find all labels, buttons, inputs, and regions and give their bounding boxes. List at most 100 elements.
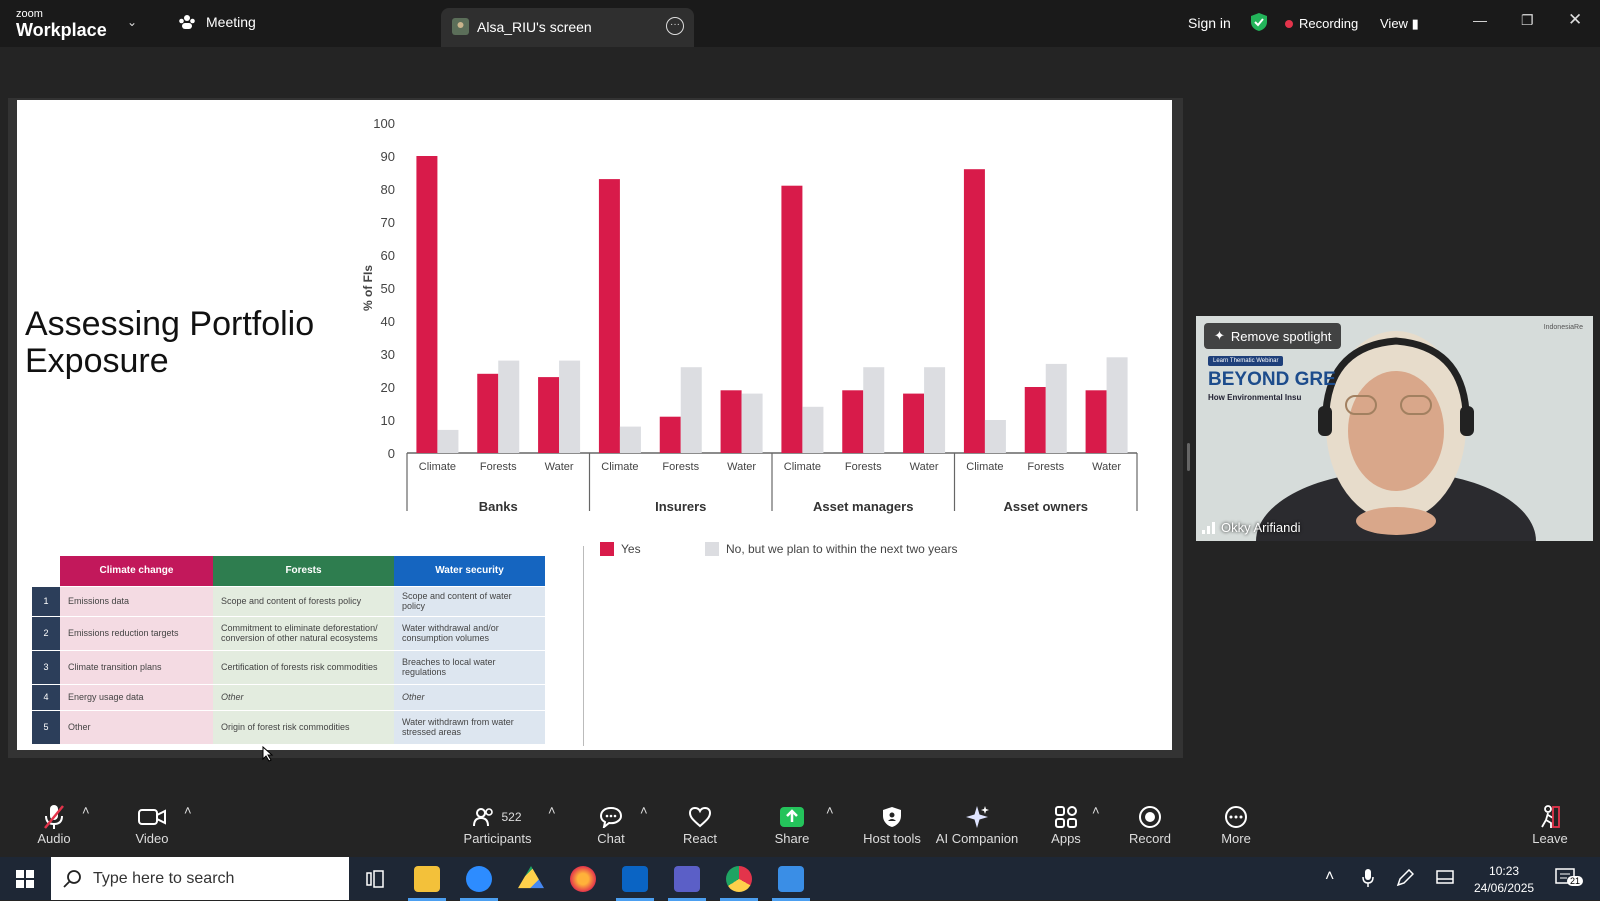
- ellipsis-icon[interactable]: ···: [666, 17, 684, 35]
- share-screen-icon: [780, 807, 804, 827]
- audio-options-caret[interactable]: ˄: [82, 803, 90, 818]
- table-header: Climate change: [60, 556, 213, 587]
- zoom-workplace-logo[interactable]: zoom Workplace: [16, 8, 107, 40]
- table-row: 3 Climate transition plans Certification…: [32, 650, 545, 685]
- record-icon: [1139, 806, 1161, 828]
- file-explorer-icon[interactable]: [408, 866, 446, 901]
- screen-share-avatar-icon: [452, 18, 469, 35]
- taskbar-search-box[interactable]: Type here to search: [51, 857, 349, 900]
- bar-yes: [963, 169, 985, 453]
- legend-label-yes: Yes: [621, 542, 641, 556]
- x-tick-label: Climate: [784, 461, 821, 473]
- table-cell: Breaches to local water regulations: [394, 650, 545, 685]
- zoom-app-icon[interactable]: [460, 866, 498, 901]
- screen-tab-label: Alsa_RIU's screen: [477, 19, 592, 35]
- outlook-icon[interactable]: [616, 866, 654, 901]
- recording-indicator[interactable]: Recording: [1285, 16, 1358, 31]
- share-button[interactable]: Share: [772, 803, 812, 846]
- view-button[interactable]: View ▮: [1380, 16, 1419, 32]
- share-options-caret[interactable]: ˄: [826, 803, 834, 818]
- task-view-icon[interactable]: [366, 870, 384, 888]
- table-row: 4 Energy usage data Other Other: [32, 684, 545, 711]
- windows-start-icon[interactable]: [16, 870, 34, 888]
- apps-button[interactable]: Apps: [1048, 803, 1084, 846]
- google-drive-icon[interactable]: [518, 866, 544, 889]
- x-tick-label: Climate: [966, 461, 1003, 473]
- heart-icon: [688, 806, 712, 828]
- participants-icon: [473, 808, 494, 827]
- chrome-icon[interactable]: [720, 866, 758, 901]
- apps-options-caret[interactable]: ˄: [1092, 803, 1100, 818]
- sign-in-link[interactable]: Sign in: [1188, 15, 1231, 31]
- participants-options-caret[interactable]: ˄: [548, 803, 556, 818]
- table-cell: Certification of forests risk commoditie…: [213, 650, 394, 685]
- meeting-tab[interactable]: Meeting: [178, 14, 256, 30]
- ai-companion-button[interactable]: AI Companion: [932, 803, 1022, 846]
- ai-sparkle-icon: [966, 806, 989, 828]
- pen-icon[interactable]: [1396, 869, 1414, 887]
- audio-button[interactable]: Audio: [34, 803, 74, 846]
- recording-label: Recording: [1299, 16, 1359, 31]
- group-label: Insurers: [655, 499, 706, 514]
- host-tools-button[interactable]: Host tools: [852, 803, 932, 846]
- photos-app-icon[interactable]: [772, 866, 810, 901]
- table-cell: Water withdrawn from water stressed area…: [394, 710, 545, 745]
- video-button[interactable]: Video: [130, 803, 174, 846]
- video-label: Video: [135, 831, 169, 846]
- chevron-down-icon[interactable]: ⌄: [127, 15, 137, 29]
- microphone-muted-icon: [44, 805, 64, 829]
- table-cell: Origin of forest risk commodities: [213, 710, 394, 745]
- record-button[interactable]: Record: [1128, 803, 1172, 846]
- divider-line: [583, 546, 584, 746]
- bar-yes: [720, 390, 742, 453]
- chat-button[interactable]: Chat: [594, 803, 628, 846]
- bar-no: [437, 429, 459, 453]
- top-bar: zoom Workplace ⌄ Meeting Alsa_RIU's scre…: [0, 0, 1600, 47]
- firefox-icon[interactable]: [570, 866, 596, 892]
- meeting-toolbar: Audio ˄ Video ˄ 522 Participants ˄ Chat …: [0, 795, 1600, 857]
- legend-swatch-no: [705, 542, 719, 556]
- legend-item-yes: Yes: [600, 542, 641, 556]
- resize-handle[interactable]: [1187, 443, 1190, 471]
- display-icon[interactable]: [1436, 870, 1454, 886]
- close-icon[interactable]: ✕: [1568, 10, 1582, 30]
- restore-icon[interactable]: ❐: [1521, 12, 1534, 29]
- table-cell: Scope and content of forests policy: [213, 586, 394, 617]
- notifications-button[interactable]: 21: [1555, 868, 1584, 891]
- microphone-icon[interactable]: [1362, 869, 1374, 887]
- table-header: Water security: [394, 556, 545, 587]
- bar-no: [559, 360, 581, 453]
- clock[interactable]: 10:23 24/06/2025: [1474, 863, 1534, 897]
- participants-count: 522: [501, 810, 522, 824]
- y-tick-label: 10: [381, 413, 395, 428]
- bar-chart: 0 10 20 30 40 50 60 70 80 90 100 % of FIs Banks Clima…: [361, 116, 1138, 514]
- teams-icon[interactable]: [668, 866, 706, 901]
- participants-button[interactable]: 522 Participants: [460, 803, 535, 846]
- bar-no: [619, 426, 641, 453]
- minimize-icon[interactable]: —: [1473, 12, 1487, 28]
- chevron-up-icon[interactable]: ˄: [1325, 868, 1334, 886]
- y-tick-label: 50: [381, 281, 395, 296]
- react-button[interactable]: React: [680, 803, 720, 846]
- screen-share-tab[interactable]: Alsa_RIU's screen ···: [441, 8, 694, 47]
- bar-yes: [1085, 390, 1107, 453]
- spotlight-video-tile[interactable]: Learn Thematic Webinar BEYOND GRE How En…: [1196, 316, 1593, 541]
- remove-spotlight-button[interactable]: ✦ Remove spotlight: [1204, 323, 1342, 349]
- host-tools-label: Host tools: [863, 831, 921, 846]
- share-label: Share: [774, 831, 810, 846]
- x-tick-label: Forests: [480, 461, 517, 473]
- more-button[interactable]: More: [1218, 803, 1254, 846]
- audio-label: Audio: [37, 831, 71, 846]
- video-options-caret[interactable]: ˄: [184, 803, 192, 818]
- x-tick-label: Forests: [845, 461, 882, 473]
- view-layout-icon: ▮: [1411, 16, 1419, 31]
- brand-small: zoom: [16, 8, 43, 20]
- participant-name-tag: Okky Arifiandi: [1202, 520, 1300, 535]
- banner-subtitle: How Environmental Insu: [1208, 393, 1302, 402]
- chat-options-caret[interactable]: ˄: [640, 803, 648, 818]
- y-tick-label: 40: [381, 314, 395, 329]
- leave-button[interactable]: Leave: [1532, 803, 1568, 846]
- legend-item-no: No, but we plan to within the next two y…: [705, 542, 957, 556]
- chevron-up-icon: ˄: [826, 803, 834, 818]
- encryption-shield-icon[interactable]: [1250, 12, 1268, 32]
